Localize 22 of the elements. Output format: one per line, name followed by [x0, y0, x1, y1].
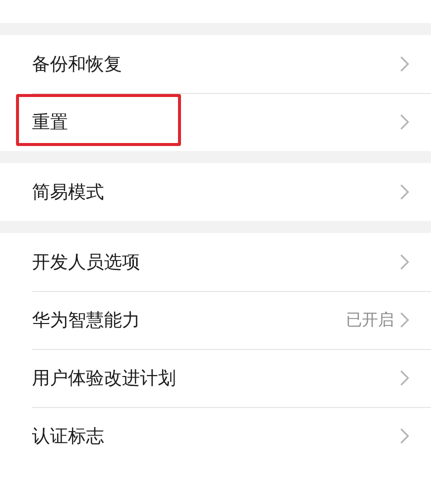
chevron-right-icon [400, 254, 409, 270]
row-label: 简易模式 [32, 181, 105, 204]
settings-row[interactable]: 开发人员选项 [0, 233, 431, 291]
row-label: 开发人员选项 [32, 251, 141, 274]
row-label: 重置 [32, 111, 69, 134]
row-label: 华为智慧能力 [32, 309, 141, 332]
chevron-right-icon [400, 184, 409, 200]
chevron-right-icon [400, 428, 409, 444]
settings-row[interactable]: 用户体验改进计划 [0, 349, 431, 407]
settings-row[interactable]: 重置 [0, 93, 431, 151]
row-label: 用户体验改进计划 [32, 367, 177, 390]
chevron-right-icon [400, 370, 409, 386]
settings-row[interactable]: 认证标志 [0, 407, 431, 465]
row-label: 备份和恢复 [32, 53, 123, 76]
chevron-right-icon [400, 56, 409, 72]
settings-row[interactable]: 简易模式 [0, 163, 431, 221]
row-value: 已开启 [346, 310, 394, 330]
chevron-right-icon [400, 312, 409, 328]
chevron-right-icon [400, 114, 409, 130]
row-label: 认证标志 [32, 425, 105, 448]
settings-row[interactable]: 华为智慧能力 已开启 [0, 291, 431, 349]
settings-row[interactable]: 备份和恢复 [0, 35, 431, 93]
